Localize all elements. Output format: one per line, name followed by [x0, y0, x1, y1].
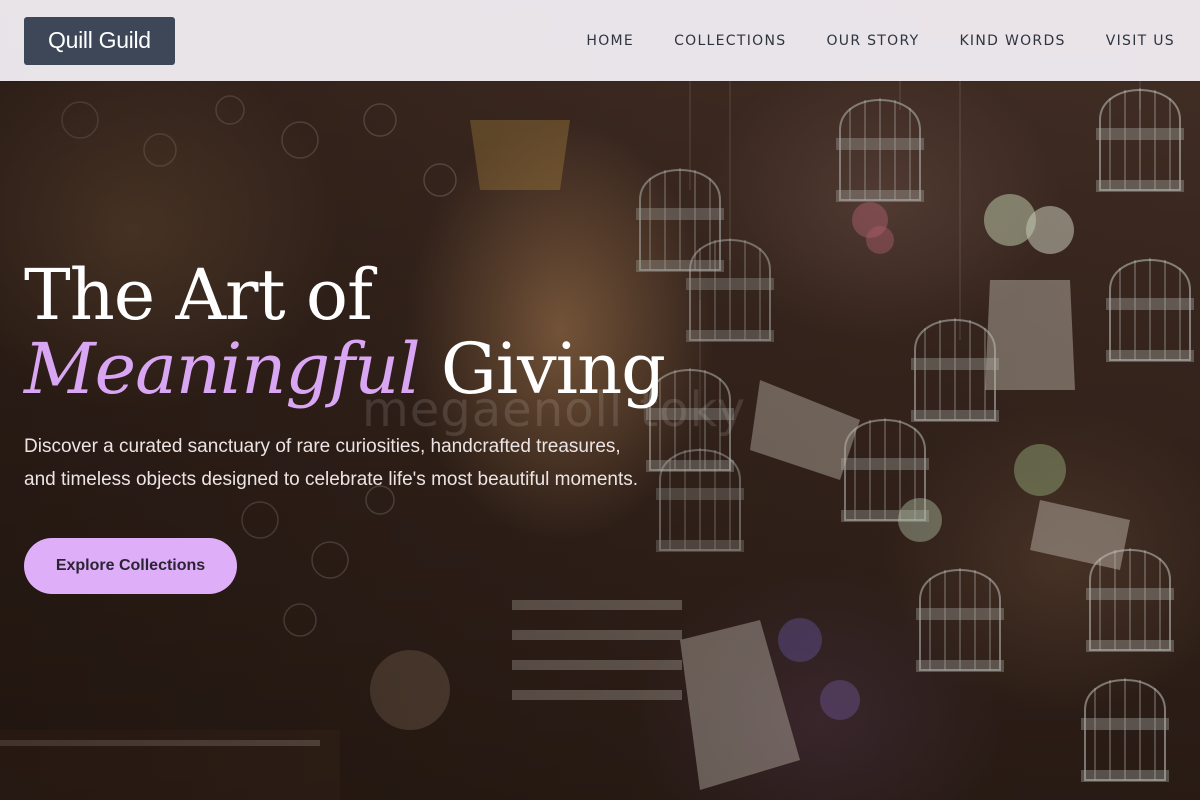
site-header: Quill Guild HOME COLLECTIONS OUR STORY K… [0, 0, 1200, 81]
brand-logo[interactable]: Quill Guild [24, 16, 175, 65]
nav-kind-words-link[interactable]: KIND WORDS [959, 33, 1065, 49]
hero-title-line1: The Art of [24, 254, 373, 336]
nav-collections-link[interactable]: COLLECTIONS [674, 33, 786, 49]
hero-subtitle: Discover a curated sanctuary of rare cur… [24, 436, 639, 490]
nav-visit-us-link[interactable]: VISIT US [1106, 33, 1175, 49]
hero-title-accent: Meaningful [24, 328, 421, 410]
explore-collections-button[interactable]: Explore Collections [24, 538, 237, 594]
hero-title-line2: Meaningful Giving [24, 332, 666, 406]
nav-home-link[interactable]: HOME [586, 33, 634, 49]
hero-title-line2-rest: Giving [419, 328, 666, 410]
main-nav: HOME COLLECTIONS OUR STORY KIND WORDS VI… [586, 33, 1175, 49]
hero-section: The Art of Meaningful Giving Discover a … [24, 258, 666, 594]
hero-title: The Art of Meaningful Giving [24, 258, 666, 406]
nav-our-story-link[interactable]: OUR STORY [826, 33, 919, 49]
